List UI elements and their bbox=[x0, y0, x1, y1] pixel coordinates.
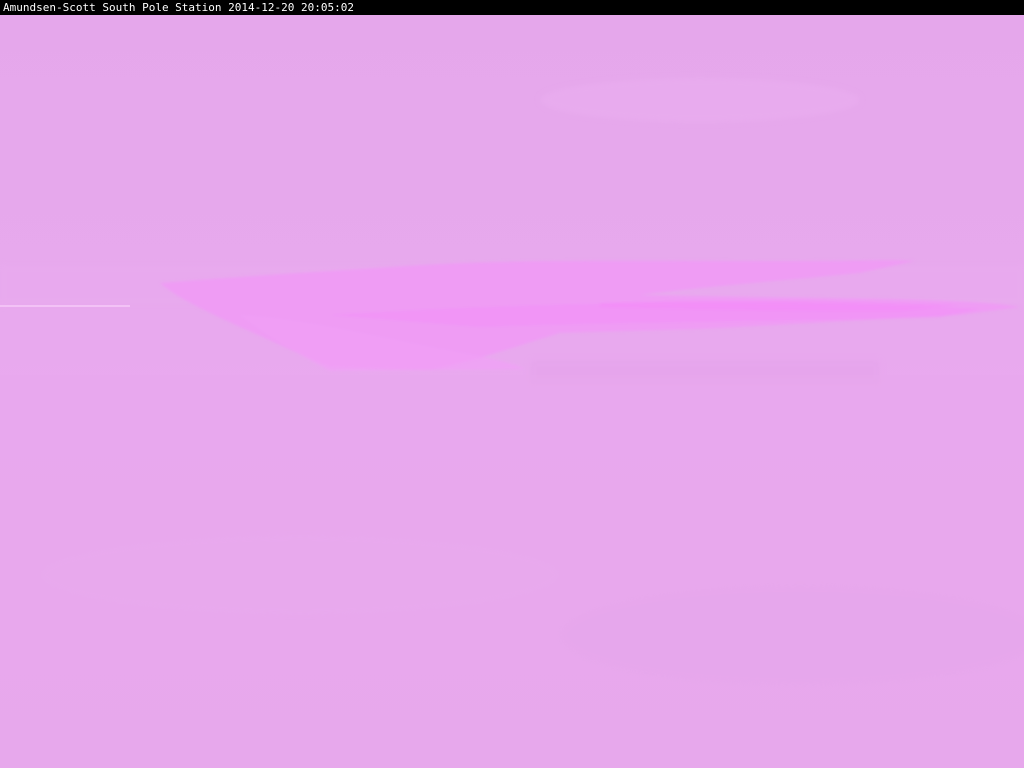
ground-texture-2 bbox=[560, 585, 1024, 685]
cloud-wash bbox=[540, 78, 860, 122]
timestamp: 2014-12-20 20:05:02 bbox=[228, 1, 355, 14]
caption-text: Amundsen-Scott South Pole Station 2014-1… bbox=[3, 0, 354, 15]
webcam-frame: Amundsen-Scott South Pole Station 2014-1… bbox=[0, 0, 1024, 768]
horizon-line-left bbox=[0, 305, 130, 307]
ground-texture bbox=[40, 535, 560, 615]
scene-image bbox=[0, 15, 1024, 768]
webcam-scene bbox=[0, 15, 1024, 768]
station-name: Amundsen-Scott South Pole Station bbox=[3, 1, 222, 14]
caption-bar: Amundsen-Scott South Pole Station 2014-1… bbox=[0, 0, 1024, 15]
